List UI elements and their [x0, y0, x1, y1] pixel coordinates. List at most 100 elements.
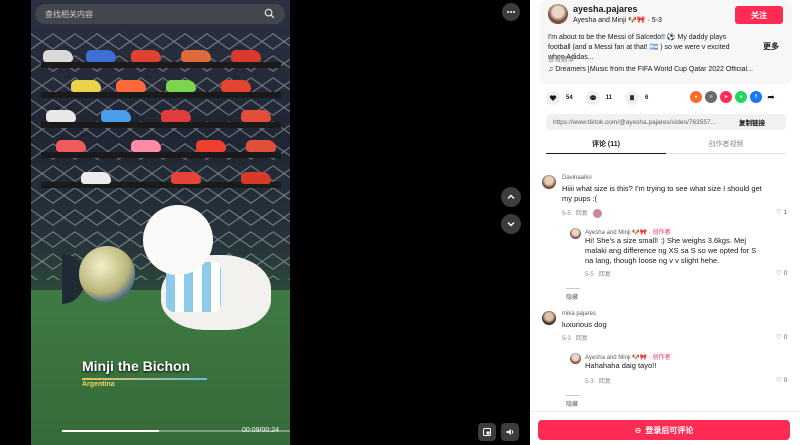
repost-icon[interactable]: ●: [690, 91, 702, 103]
dog-head: [143, 205, 213, 275]
chevron-up-icon: [507, 194, 515, 199]
tab-creator-videos[interactable]: 创作者视频: [666, 139, 786, 153]
chevron-down-icon: [507, 222, 515, 227]
next-video-button[interactable]: [501, 214, 521, 234]
creator-liked-avatar: [592, 208, 602, 218]
shoe-shelf: [41, 62, 281, 68]
share-row: ● ‹› ➤ ● f ➦: [690, 91, 780, 103]
video-time: 00:09/00:24: [242, 427, 279, 434]
copy-link-button[interactable]: 复制链接: [739, 117, 765, 127]
reply-like-count: 0: [783, 270, 788, 277]
reply-date: 5-5: [585, 272, 594, 278]
comment-like-count: 0: [783, 334, 788, 341]
progress-fill: [62, 430, 160, 432]
author-username[interactable]: ayesha.pajares: [573, 4, 638, 14]
comment-like-count: 1: [783, 209, 788, 216]
facebook-icon[interactable]: f: [750, 91, 762, 103]
comment-meta: 5-3 回复: [562, 333, 588, 342]
reply-meta: 5-5 回复: [585, 269, 611, 278]
shoe: [101, 110, 131, 122]
follow-button[interactable]: 关注: [735, 6, 783, 24]
collapse-replies-button[interactable]: 隐藏: [566, 286, 584, 301]
translate-link[interactable]: 查看翻译: [548, 53, 574, 63]
reply-text: Hi! She's a size small! :) She weighs 3.…: [585, 236, 757, 265]
collapse-replies-button[interactable]: 隐藏: [566, 393, 584, 408]
avatar[interactable]: [570, 228, 581, 239]
login-to-comment-button[interactable]: ⊖ 登录后可评论: [538, 420, 790, 440]
reply-like-button[interactable]: ♡ 0: [776, 376, 787, 384]
pip-icon: [483, 428, 491, 436]
shoe: [246, 140, 276, 152]
shoe: [71, 80, 101, 92]
shoe: [241, 172, 271, 184]
comment-like-button[interactable]: ♡ 0: [776, 333, 787, 341]
shoe: [131, 50, 161, 62]
comment-icon: [585, 91, 600, 105]
whatsapp-icon[interactable]: ●: [735, 91, 747, 103]
shoe: [196, 140, 226, 152]
reply-like-button[interactable]: ♡ 0: [776, 269, 787, 277]
comment-author[interactable]: Davinaaiko: [562, 175, 592, 181]
title-underline: [82, 378, 207, 380]
search-input[interactable]: 查找相关内容: [35, 4, 285, 24]
comment-date: 5-5: [562, 211, 571, 217]
shoe: [86, 50, 116, 62]
shoe: [231, 50, 261, 62]
bookmark-icon: [625, 91, 640, 105]
shoe: [221, 80, 251, 92]
tab-comments[interactable]: 评论 (11): [546, 139, 666, 154]
reply-like-count: 0: [783, 377, 788, 384]
shoe: [43, 50, 73, 62]
video-player[interactable]: Minji the Bichon Argentina 00:09/00:24: [31, 0, 290, 445]
shoe: [56, 140, 86, 152]
engagement-bar: 54 11 6: [546, 91, 661, 105]
comment-author[interactable]: mika pajares: [562, 311, 596, 317]
like-count: 54: [566, 95, 573, 101]
shoe: [166, 80, 196, 92]
football: [79, 246, 135, 302]
shoe-shelf: [41, 122, 281, 128]
shoe: [171, 172, 201, 184]
comment-meta: 5-5 回复: [562, 208, 602, 218]
comment-like-button[interactable]: ♡ 1: [776, 208, 787, 216]
avatar[interactable]: [542, 311, 556, 325]
like-button[interactable]: 54: [546, 91, 573, 105]
shoe-shelf: [41, 152, 281, 158]
reply-button[interactable]: 回复: [599, 272, 611, 278]
previous-video-button[interactable]: [501, 187, 521, 207]
avatar[interactable]: [570, 353, 581, 364]
save-button[interactable]: 6: [625, 91, 648, 105]
more-options-button[interactable]: [502, 3, 520, 21]
reply-date: 5-3: [585, 379, 594, 385]
reply-button[interactable]: 回复: [576, 211, 588, 217]
reply-author[interactable]: Ayesha and Minji 🐶🎀 · 创作者: [585, 227, 671, 236]
shoe: [46, 110, 76, 122]
avatar[interactable]: [548, 4, 568, 24]
send-icon[interactable]: ➤: [720, 91, 732, 103]
reply-button[interactable]: 回复: [599, 379, 611, 385]
shoe: [161, 110, 191, 122]
reply-text: Hahahaha daig tayo!!: [585, 361, 657, 370]
comment-icon: ⊖: [634, 425, 642, 435]
share-arrow-icon[interactable]: ➦: [765, 91, 777, 103]
embed-icon[interactable]: ‹›: [705, 91, 717, 103]
comment-button[interactable]: 11: [585, 91, 612, 105]
video-subtitle: Argentina: [82, 381, 115, 388]
more-link[interactable]: 更多: [763, 41, 779, 52]
picture-in-picture-button[interactable]: [478, 423, 496, 441]
search-placeholder: 查找相关内容: [45, 9, 93, 19]
shoe: [116, 80, 146, 92]
search-icon[interactable]: [264, 8, 275, 21]
reply-author[interactable]: Ayesha and Minji 🐶🎀 · 创作者: [585, 352, 671, 361]
video-title: Minji the Bichon: [82, 358, 191, 374]
volume-button[interactable]: [501, 423, 519, 441]
post-card: ayesha.pajares Ayesha and Minji 🐶🎀 · 5-3…: [540, 0, 792, 84]
reply-button[interactable]: 回复: [576, 336, 588, 342]
avatar[interactable]: [542, 175, 556, 189]
comment-date: 5-3: [562, 336, 571, 342]
video-link[interactable]: https://www.tiktok.com/@ayesha.pajares/v…: [553, 119, 733, 126]
comment-text: luxurious dog: [562, 320, 607, 329]
save-count: 6: [645, 95, 649, 101]
music-link[interactable]: ♫ Dreamers [Music from the FIFA World Cu…: [548, 66, 778, 73]
video-stage: Minji the Bichon Argentina 00:09/00:24 查…: [0, 0, 530, 445]
